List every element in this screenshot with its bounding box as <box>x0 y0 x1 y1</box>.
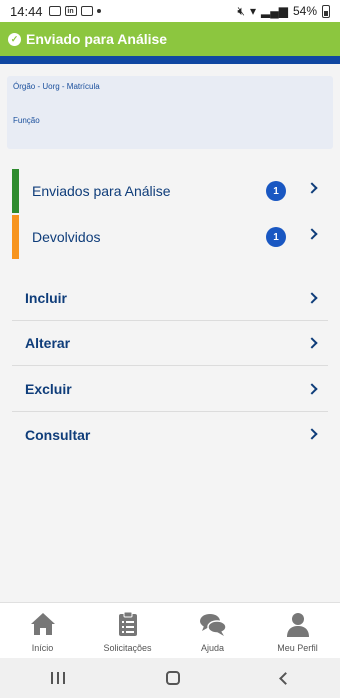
toast-message: Enviado para Análise <box>26 31 168 47</box>
battery-icon <box>322 4 330 18</box>
status-time: 14:44 <box>10 3 43 19</box>
action-consultar[interactable]: Consultar <box>12 412 328 457</box>
nav-label: Meu Perfil <box>277 643 318 653</box>
success-toast: ✓ Enviado para Análise <box>0 22 340 56</box>
status-item-devolvidos[interactable]: Devolvidos 1 <box>12 215 328 259</box>
mute-icon: 🔇︎ <box>237 3 245 18</box>
status-bar: 14:44 in 🔇︎ ▾ ▂▄▆ 54% <box>0 0 340 22</box>
action-alterar[interactable]: Alterar <box>12 321 328 366</box>
linkedin-notification-icon: in <box>64 6 77 16</box>
signal-icon: ▂▄▆ <box>261 4 288 18</box>
recent-apps-button[interactable] <box>50 672 65 684</box>
chevron-right-icon <box>306 428 318 440</box>
user-info-card: Órgão - Uorg - Matrícula Função <box>7 76 333 149</box>
nav-solicitacoes[interactable]: Solicitações <box>85 603 170 658</box>
wifi-icon: ▾ <box>249 4 256 18</box>
nav-ajuda[interactable]: Ajuda <box>170 603 255 658</box>
chevron-right-icon <box>306 337 318 349</box>
chevron-right-icon <box>306 228 318 240</box>
chevron-right-icon <box>306 292 318 304</box>
status-color-bar <box>12 169 19 213</box>
system-navigation-bar <box>0 658 340 698</box>
app-notification-icon <box>80 6 93 16</box>
status-item-label: Devolvidos <box>32 229 101 245</box>
nav-label: Solicitações <box>103 643 152 653</box>
header-strip <box>0 56 340 64</box>
nav-label: Ajuda <box>200 643 225 653</box>
chat-icon <box>199 614 227 636</box>
action-incluir[interactable]: Incluir <box>12 276 328 321</box>
nav-meu-perfil[interactable]: Meu Perfil <box>255 603 340 658</box>
user-icon <box>286 613 309 637</box>
info-orgao-uorg-matricula: Órgão - Uorg - Matrícula <box>13 82 100 91</box>
check-circle-icon: ✓ <box>8 32 21 46</box>
nav-label: Início <box>31 643 54 653</box>
back-button[interactable] <box>278 671 292 685</box>
action-excluir[interactable]: Excluir <box>12 367 328 412</box>
image-notification-icon <box>48 6 61 16</box>
chevron-right-icon <box>306 383 318 395</box>
clipboard-icon <box>118 611 137 636</box>
action-label: Incluir <box>25 290 68 306</box>
more-notifications-icon <box>96 9 101 13</box>
info-funcao: Função <box>13 116 40 125</box>
action-label: Alterar <box>25 335 71 351</box>
battery-percent: 54% <box>292 4 317 18</box>
action-label: Consultar <box>25 426 91 443</box>
count-badge: 1 <box>266 227 286 247</box>
status-item-label: Enviados para Análise <box>32 183 171 199</box>
notification-icons: in <box>48 6 101 16</box>
bottom-navigation: Início Solicitações Ajuda Meu Perfil <box>0 602 340 658</box>
home-button[interactable] <box>165 671 180 685</box>
status-color-bar <box>12 215 19 259</box>
status-item-enviados[interactable]: Enviados para Análise 1 <box>12 169 328 213</box>
count-badge: 1 <box>266 181 286 201</box>
home-icon <box>30 613 55 635</box>
action-label: Excluir <box>25 381 72 397</box>
chevron-right-icon <box>306 182 318 194</box>
system-status: 🔇︎ ▾ ▂▄▆ 54% <box>237 4 330 19</box>
nav-inicio[interactable]: Início <box>0 603 85 658</box>
